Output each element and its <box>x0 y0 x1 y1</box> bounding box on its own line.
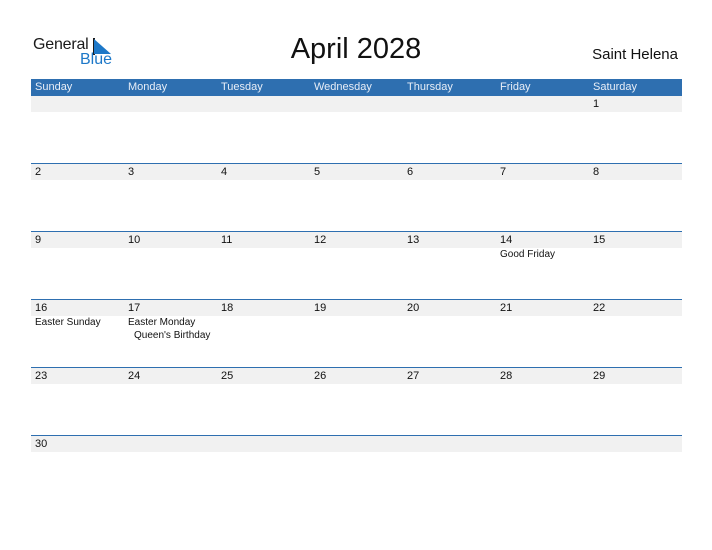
week-cells: 23 24 25 26 27 28 29 <box>31 368 682 434</box>
day-cell: 12 <box>310 232 403 298</box>
day-cell: 13 <box>403 232 496 298</box>
day-cell: 25 <box>217 368 310 434</box>
day-cell: 6 <box>403 164 496 230</box>
day-number: 30 <box>35 438 48 450</box>
day-cell: 1 <box>589 96 682 162</box>
day-number: 1 <box>593 98 600 110</box>
day-cell: 20 <box>403 300 496 366</box>
day-number: 18 <box>221 302 234 314</box>
weekday-tuesday: Tuesday <box>221 81 263 93</box>
day-cell <box>217 436 310 502</box>
weekday-friday: Friday <box>500 81 531 93</box>
day-cell: 18 <box>217 300 310 366</box>
day-cell <box>589 436 682 502</box>
weekday-saturday: Saturday <box>593 81 638 93</box>
day-number: 26 <box>314 370 327 382</box>
day-cell <box>217 96 310 162</box>
day-number: 29 <box>593 370 606 382</box>
week-row: 1 <box>31 96 682 163</box>
day-cell: 5 <box>310 164 403 230</box>
day-number: 17 <box>128 302 141 314</box>
day-number: 6 <box>407 166 414 178</box>
weekday-sunday: Sunday <box>35 81 73 93</box>
day-cell: 2 <box>31 164 124 230</box>
day-cell <box>31 96 124 162</box>
holiday-label: Good Friday <box>500 249 556 260</box>
weekday-header: Sunday Monday Tuesday Wednesday Thursday… <box>31 79 682 96</box>
weekday-monday: Monday <box>128 81 168 93</box>
day-cell: 3 <box>124 164 217 230</box>
weekday-wednesday: Wednesday <box>314 81 372 93</box>
day-number: 13 <box>407 234 420 246</box>
week-cells: 9 10 11 12 13 14 Good Friday 15 <box>31 232 682 298</box>
week-cells: 1 <box>31 96 682 162</box>
day-number: 22 <box>593 302 606 314</box>
calendar: Sunday Monday Tuesday Wednesday Thursday… <box>31 79 682 503</box>
week-row: 30 <box>31 435 682 503</box>
day-number: 21 <box>500 302 513 314</box>
day-number: 12 <box>314 234 327 246</box>
day-cell <box>310 96 403 162</box>
day-cell: 9 <box>31 232 124 298</box>
day-number: 9 <box>35 234 42 246</box>
day-cell: 29 <box>589 368 682 434</box>
week-cells: 16 Easter Sunday 17 Easter Monday Queen's Bi… <box>31 300 682 366</box>
holiday-label: Queen's Birthday <box>134 330 211 341</box>
day-cell: 19 <box>310 300 403 366</box>
holiday-label: Easter Monday <box>128 317 196 328</box>
day-cell <box>403 436 496 502</box>
day-cell: 28 <box>496 368 589 434</box>
day-number: 8 <box>593 166 600 178</box>
day-cell: 22 <box>589 300 682 366</box>
day-cell <box>496 436 589 502</box>
day-cell: 17 Easter Monday Queen's Birthday <box>124 300 217 366</box>
day-cell <box>124 436 217 502</box>
day-cell <box>496 96 589 162</box>
day-cell: 30 <box>31 436 124 502</box>
country-name: Saint Helena <box>592 46 678 63</box>
day-cell: 21 <box>496 300 589 366</box>
week-cells: 30 <box>31 436 682 502</box>
day-cell: 7 <box>496 164 589 230</box>
day-number: 20 <box>407 302 420 314</box>
weeks-container: 1 2 3 4 5 6 7 8 9 10 11 12 13 14 Good Friday 15 16 Easter… <box>31 96 682 503</box>
day-number: 25 <box>221 370 234 382</box>
day-cell <box>124 96 217 162</box>
day-number: 27 <box>407 370 420 382</box>
day-number: 7 <box>500 166 507 178</box>
day-cell: 8 <box>589 164 682 230</box>
day-cell: 15 <box>589 232 682 298</box>
weekday-thursday: Thursday <box>407 81 453 93</box>
day-cell: 26 <box>310 368 403 434</box>
week-cells: 2 3 4 5 6 7 8 <box>31 164 682 230</box>
day-number: 14 <box>500 234 513 246</box>
day-cell: 27 <box>403 368 496 434</box>
day-number: 24 <box>128 370 141 382</box>
week-row: 2 3 4 5 6 7 8 <box>31 163 682 231</box>
day-number: 23 <box>35 370 48 382</box>
week-row: 9 10 11 12 13 14 Good Friday 15 <box>31 231 682 299</box>
day-number: 5 <box>314 166 321 178</box>
day-cell: 4 <box>217 164 310 230</box>
day-number: 2 <box>35 166 42 178</box>
day-cell: 10 <box>124 232 217 298</box>
day-cell: 24 <box>124 368 217 434</box>
day-cell: 23 <box>31 368 124 434</box>
holiday-label: Easter Sunday <box>35 317 101 328</box>
day-cell: 14 Good Friday <box>496 232 589 298</box>
day-cell <box>403 96 496 162</box>
day-number: 10 <box>128 234 141 246</box>
day-number: 16 <box>35 302 48 314</box>
week-row: 16 Easter Sunday 17 Easter Monday Queen's Bi… <box>31 299 682 367</box>
day-number: 15 <box>593 234 606 246</box>
day-number: 11 <box>221 234 233 246</box>
day-cell: 16 Easter Sunday <box>31 300 124 366</box>
week-row: 23 24 25 26 27 28 29 <box>31 367 682 435</box>
day-number: 4 <box>221 166 228 178</box>
day-number: 28 <box>500 370 513 382</box>
day-cell: 11 <box>217 232 310 298</box>
day-cell <box>310 436 403 502</box>
day-number: 3 <box>128 166 135 178</box>
day-number: 19 <box>314 302 327 314</box>
